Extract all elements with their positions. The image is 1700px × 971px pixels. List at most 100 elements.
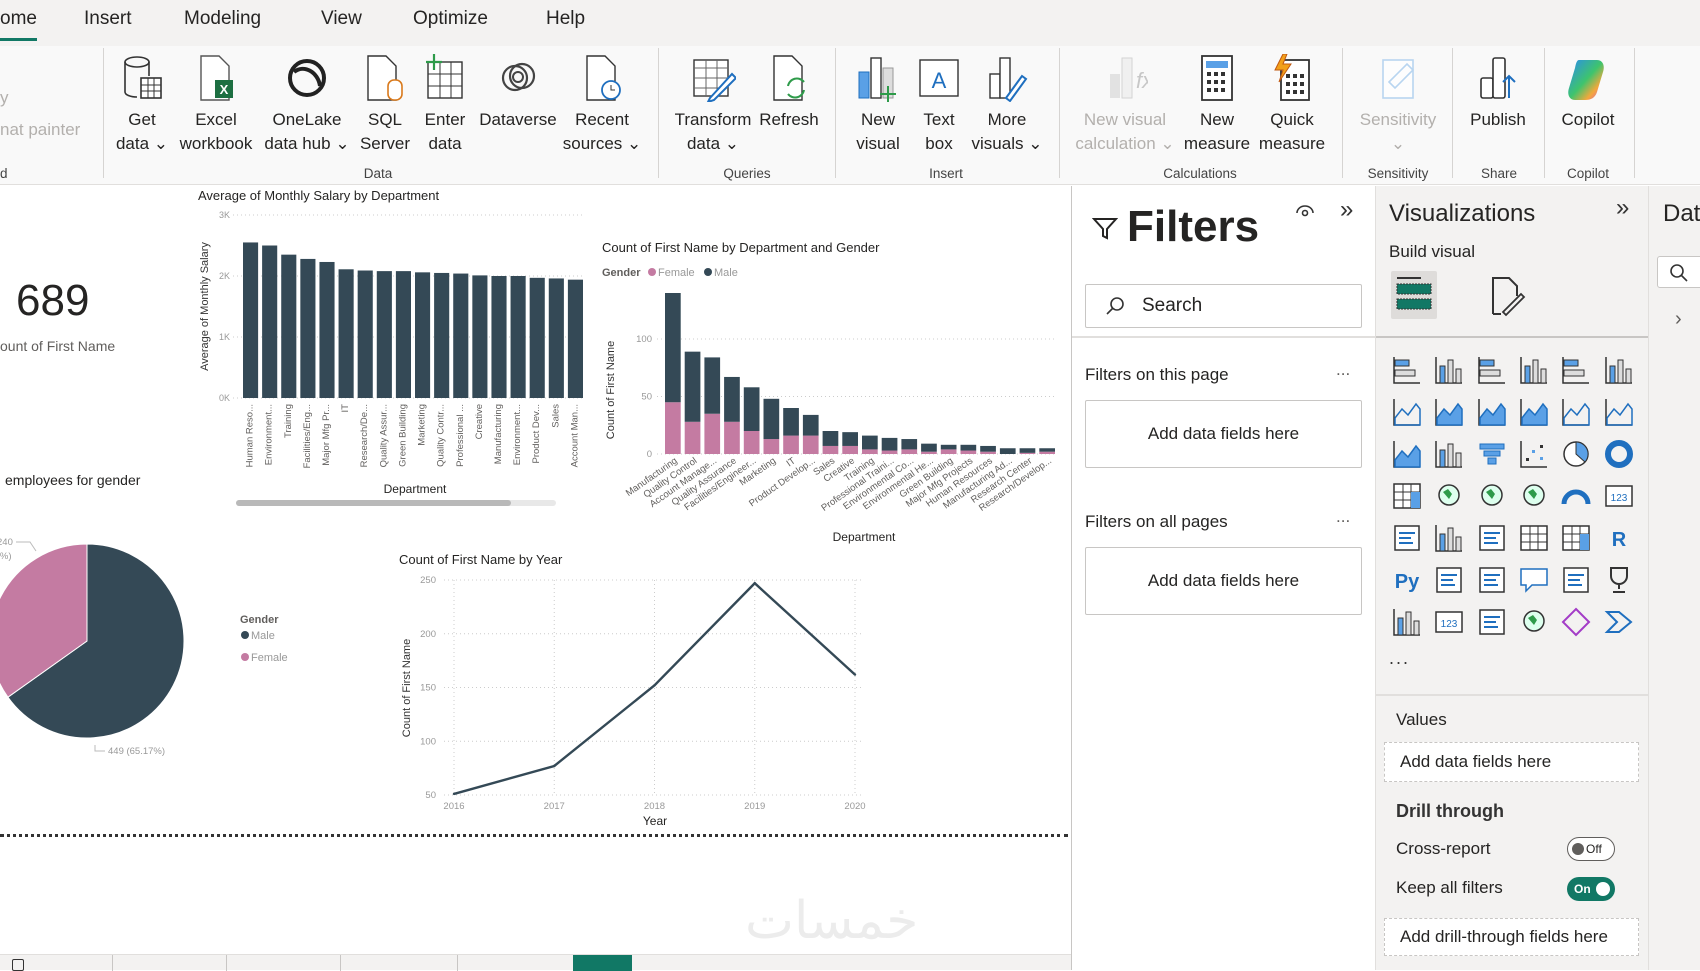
matrix-visual-button[interactable] [1560,522,1592,554]
bar-female-Sales[interactable] [822,445,839,454]
line-clustered-column-visual-button[interactable] [1603,396,1635,428]
waterfall-chart-visual-button[interactable] [1433,438,1465,470]
bar-Creative[interactable] [472,275,488,398]
bar-Human Reso...[interactable] [243,242,259,398]
filters-on-page-more-button[interactable]: ... [1336,360,1350,380]
stacked-bar-chart-visual-button[interactable] [1391,354,1423,386]
decomposition-tree-visual-button[interactable] [1476,564,1508,596]
treemap-visual-button[interactable] [1391,480,1423,512]
stacked-area-chart-visual-button[interactable] [1476,396,1508,428]
bar-Training[interactable] [281,254,297,398]
collapse-filters-icon[interactable]: » [1340,196,1353,224]
python-visual-visual-button[interactable]: Py [1391,564,1423,596]
bar-female-Environmental He...[interactable] [921,451,937,454]
bar-Sales[interactable] [548,278,564,398]
bar-Professional ...[interactable] [453,273,469,398]
filters-on-all-pages-dropzone[interactable]: Add data fields here [1085,547,1362,615]
format-visual-tab-icon[interactable] [1489,274,1529,318]
filters-search-input[interactable]: Search [1085,284,1362,328]
legend-label[interactable]: Female [251,652,288,664]
bar-male-Product Develop...[interactable] [802,414,819,436]
bar-male-Creative[interactable] [842,432,858,446]
bar-female-Training[interactable] [862,449,878,454]
values-dropzone[interactable]: Add data fields here [1384,742,1639,782]
drill-through-dropzone[interactable]: Add drill-through fields here [1384,918,1639,956]
azure-map-visual-button[interactable] [1518,480,1550,512]
bar-male-Human Resources[interactable] [980,445,996,452]
bar-female-Research Center[interactable] [1019,452,1036,454]
100-stacked-column-chart-visual-button[interactable] [1603,354,1635,386]
line-point-2017[interactable] [553,764,556,768]
ribbon-button-publish[interactable]: Publish [1453,54,1543,156]
bar-Environment...[interactable] [510,276,526,398]
100-stacked-bar-chart-visual-button[interactable] [1560,354,1592,386]
bar-female-Quality Control[interactable] [684,421,701,454]
bar-male-Training[interactable] [862,435,878,450]
bar-female-Product Develop...[interactable] [802,435,819,454]
pie-chart-visual-button[interactable] [1560,438,1592,470]
bar-male-Manufacturing[interactable] [665,293,681,403]
bar-Product Dev...[interactable] [529,277,545,398]
ribbon-button-copilot[interactable]: Copilot [1543,54,1633,156]
card-visual-button[interactable]: 123 [1603,480,1635,512]
bar-female-Manufacturing[interactable] [665,402,681,454]
filters-on-page-dropzone[interactable]: Add data fields here [1085,400,1362,468]
bar-male-Research Center[interactable] [1019,448,1036,453]
stacked-column-chart-visual-button[interactable] [1433,354,1465,386]
bar-female-Creative[interactable] [842,445,858,454]
bar-male-Green Building[interactable] [940,444,957,450]
line-point-2020[interactable] [853,673,857,676]
map-globe-visual-button[interactable] [1433,480,1465,512]
bar-Environment...[interactable] [262,245,278,399]
build-visual-tab[interactable] [1391,271,1437,319]
new-slicer-visual-button[interactable] [1476,606,1508,638]
gauge-visual-button[interactable] [1560,480,1592,512]
r-visual-visual-button[interactable]: R [1603,522,1635,554]
smart-narrative-visual-button[interactable] [1560,564,1592,596]
filters-on-all-pages-more-button[interactable]: ... [1336,507,1350,527]
ribbon-button-quick-measure[interactable]: Quick measure [1247,54,1337,156]
ribbon-button-new-visual-calculation-[interactable]: fx New visual calculation ⌄ [1070,54,1180,156]
bar-male-Sales[interactable] [822,431,839,446]
legend-label[interactable]: Female [658,267,695,279]
power-automate-visual-button[interactable] [1603,606,1635,638]
collapse-visualizations-icon[interactable]: » [1616,194,1629,222]
bar-female-IT[interactable] [783,435,799,454]
bar-Research/De...[interactable] [357,270,373,398]
100-stacked-area-chart-visual-button[interactable] [1518,396,1550,428]
new-card-visual-button[interactable]: 123 [1433,606,1465,638]
bar-Marketing[interactable] [415,272,431,398]
eye-icon[interactable] [1295,204,1315,220]
bar-male-Major Mfg Projects[interactable] [960,444,977,451]
bar-male-Environmental He...[interactable] [921,443,937,452]
data-search-input[interactable] [1657,256,1700,288]
donut-chart-visual-button[interactable] [1603,438,1635,470]
legend-label[interactable]: Male [714,267,738,279]
funnel-visual-button[interactable] [1476,438,1508,470]
bar-male-Quality Assurance[interactable] [724,376,740,422]
qa-visual-button[interactable] [1518,564,1550,596]
line-point-2016[interactable] [452,792,456,796]
bar-IT[interactable] [338,269,354,398]
bar-female-Environmental Co...[interactable] [901,449,918,454]
power-apps-visual-button[interactable] [1560,606,1592,638]
bar-male-Quality Control[interactable] [684,351,701,422]
bar-male-Marketing[interactable] [763,398,780,440]
bar-female-Human Resources[interactable] [980,451,996,454]
bar-Account Man...[interactable] [567,279,583,398]
table-visual-button[interactable] [1518,522,1550,554]
metrics-trophy-visual-button[interactable] [1603,564,1635,596]
bar-female-Account Manage...[interactable] [704,413,721,454]
filled-map-visual-button[interactable] [1476,480,1508,512]
clustered-column-chart-visual-button[interactable] [1518,354,1550,386]
bar-Facilities/Eng...[interactable] [300,258,316,398]
page-tab-active[interactable] [573,955,632,971]
arcgis-map-visual-button[interactable] [1518,606,1550,638]
bar-Manufacturing[interactable] [491,276,507,398]
area-chart-visual-button[interactable] [1433,396,1465,428]
line-chart-visual-button[interactable] [1391,396,1423,428]
paginated-report-visual-button[interactable] [1391,606,1423,638]
bar-male-Account Manage...[interactable] [704,357,721,414]
slicer-visual-button[interactable] [1476,522,1508,554]
bar-female-Marketing[interactable] [763,439,780,454]
